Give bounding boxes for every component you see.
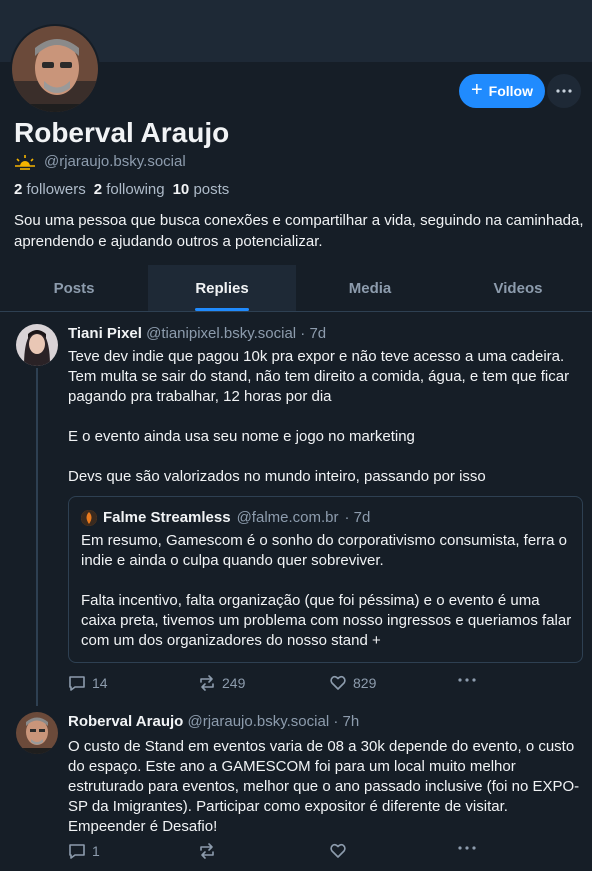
post-author-handle[interactable]: @rjaraujo.bsky.social — [187, 713, 329, 730]
quoted-post[interactable]: Falme Streamless @falme.com.br · 7d Em r… — [68, 496, 583, 663]
profile-avatar-image — [12, 26, 98, 112]
tab-posts-label: Posts — [53, 279, 95, 297]
profile-more-button[interactable] — [547, 74, 581, 108]
repost-button[interactable] — [198, 842, 222, 860]
like-button[interactable] — [329, 842, 353, 860]
ellipsis-icon — [556, 89, 572, 93]
reply-icon — [69, 676, 85, 691]
like-icon — [330, 675, 346, 690]
sun-emoji-icon — [14, 154, 36, 170]
post-timestamp[interactable]: · 7h — [333, 713, 359, 730]
quoted-post-avatar — [81, 509, 97, 526]
like-icon — [330, 843, 346, 858]
post-author-avatar-image — [16, 324, 58, 366]
followers-stat[interactable]: 2 followers — [14, 181, 86, 198]
post-timestamp[interactable]: · 7d — [300, 325, 326, 342]
followers-count: 2 — [14, 181, 23, 198]
quoted-post-header: Falme Streamless @falme.com.br · 7d — [81, 509, 370, 526]
post-paragraph: Teve dev indie que pagou 10k pra expor e… — [68, 348, 570, 405]
like-count: 829 — [353, 675, 377, 691]
tab-media[interactable]: Media — [296, 265, 444, 311]
profile-stats: 2 followers 2 following 10 posts — [14, 181, 229, 198]
reply-icon — [69, 844, 85, 859]
follow-button[interactable]: + Follow — [459, 74, 545, 108]
quoted-paragraph: Falta incentivo, falta organização (que … — [81, 592, 572, 649]
tab-videos-label: Videos — [493, 279, 543, 297]
reply-button[interactable]: 1 — [68, 842, 100, 860]
following-label: following — [106, 181, 165, 198]
profile-display-name: Roberval Araujo — [14, 117, 230, 148]
reply-button[interactable]: 14 — [68, 674, 108, 692]
profile-bio: Sou uma pessoa que busca conexões e comp… — [14, 212, 584, 250]
profile-avatar[interactable] — [10, 24, 100, 114]
profile-handle: @rjaraujo.bsky.social — [44, 153, 186, 170]
tab-replies-label: Replies — [195, 279, 249, 297]
repost-button[interactable]: 249 — [198, 674, 245, 692]
tab-media-label: Media — [348, 279, 392, 297]
following-count: 2 — [93, 181, 103, 198]
posts-count: 10 — [172, 181, 190, 198]
thread-line — [36, 368, 38, 706]
post-author-avatar[interactable] — [16, 712, 58, 754]
post-header: Roberval Araujo @rjaraujo.bsky.social · … — [68, 713, 359, 730]
feed-post[interactable]: Roberval Araujo @rjaraujo.bsky.social · … — [0, 706, 592, 871]
post-author-avatar[interactable] — [16, 324, 58, 366]
following-stat[interactable]: 2 following — [94, 181, 165, 198]
post-author-name[interactable]: Roberval Araujo — [68, 713, 183, 730]
post-paragraph: Devs que são valorizados no mundo inteir… — [68, 468, 486, 485]
repost-icon — [200, 843, 214, 859]
active-tab-indicator — [195, 308, 249, 311]
post-author-avatar-image — [16, 712, 58, 754]
post-header: Tiani Pixel @tianipixel.bsky.social · 7d — [68, 325, 326, 342]
quoted-paragraph: Em resumo, Gamescom é o sonho do corpora… — [81, 532, 568, 569]
post-text: Teve dev indie que pagou 10k pra expor e… — [68, 347, 580, 487]
feed-post[interactable]: Tiani Pixel @tianipixel.bsky.social · 7d… — [0, 312, 592, 706]
post-actions: 14 249 829 — [68, 674, 488, 694]
followers-label: followers — [26, 181, 86, 198]
quoted-post-author: Falme Streamless — [103, 509, 231, 526]
posts-label: posts — [193, 181, 230, 198]
like-button[interactable]: 829 — [329, 674, 376, 692]
post-paragraph: O custo de Stand em eventos varia de 08 … — [68, 738, 580, 835]
repost-count: 249 — [222, 675, 246, 691]
more-options-icon — [458, 678, 476, 682]
profile-tabs: Posts Replies Media Videos — [0, 265, 592, 312]
profile-handle-row: @rjaraujo.bsky.social — [14, 153, 186, 170]
quoted-post-avatar-image — [81, 509, 97, 526]
post-author-name[interactable]: Tiani Pixel — [68, 325, 142, 342]
quoted-post-text: Em resumo, Gamescom é o sonho do corpora… — [81, 531, 573, 651]
tab-posts[interactable]: Posts — [0, 265, 148, 311]
post-author-handle[interactable]: @tianipixel.bsky.social — [146, 325, 296, 342]
reply-count: 1 — [92, 843, 100, 859]
post-actions: 1 — [68, 842, 488, 862]
quoted-post-handle: @falme.com.br — [236, 509, 339, 526]
post-more-button[interactable] — [458, 846, 476, 850]
reply-count: 14 — [92, 675, 108, 691]
post-paragraph: E o evento ainda usa seu nome e jogo no … — [68, 428, 415, 445]
quoted-post-timestamp: · 7d — [344, 509, 371, 526]
tab-videos[interactable]: Videos — [444, 265, 592, 311]
more-options-icon — [458, 846, 476, 850]
tab-replies[interactable]: Replies — [148, 265, 296, 311]
post-text: O custo de Stand em eventos varia de 08 … — [68, 737, 580, 837]
follow-button-label: Follow — [488, 83, 533, 99]
plus-icon: + — [470, 79, 483, 101]
post-more-button[interactable] — [458, 678, 476, 682]
repost-icon — [200, 675, 214, 691]
posts-stat: 10 posts — [173, 181, 230, 198]
